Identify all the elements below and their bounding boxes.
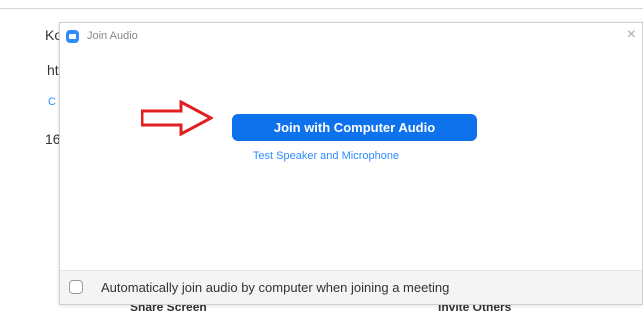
join-computer-audio-button[interactable]: Join with Computer Audio <box>232 114 477 141</box>
bg-text-line-2: ht <box>47 62 59 78</box>
zoom-app-icon <box>66 30 79 43</box>
red-arrow-annotation-icon <box>141 100 213 136</box>
bg-link-line[interactable]: C <box>48 96 56 108</box>
test-speaker-microphone-link[interactable]: Test Speaker and Microphone <box>34 150 618 162</box>
auto-join-checkbox[interactable] <box>69 280 83 294</box>
top-divider <box>0 8 643 9</box>
dialog-title: Join Audio <box>87 30 138 42</box>
dialog-titlebar: Join Audio × <box>60 23 642 49</box>
dialog-footer: Automatically join audio by computer whe… <box>60 270 642 304</box>
join-audio-dialog: Join Audio × Join with Computer Audio Te… <box>59 22 643 305</box>
auto-join-label[interactable]: Automatically join audio by computer whe… <box>101 280 449 295</box>
close-icon[interactable]: × <box>627 27 636 43</box>
